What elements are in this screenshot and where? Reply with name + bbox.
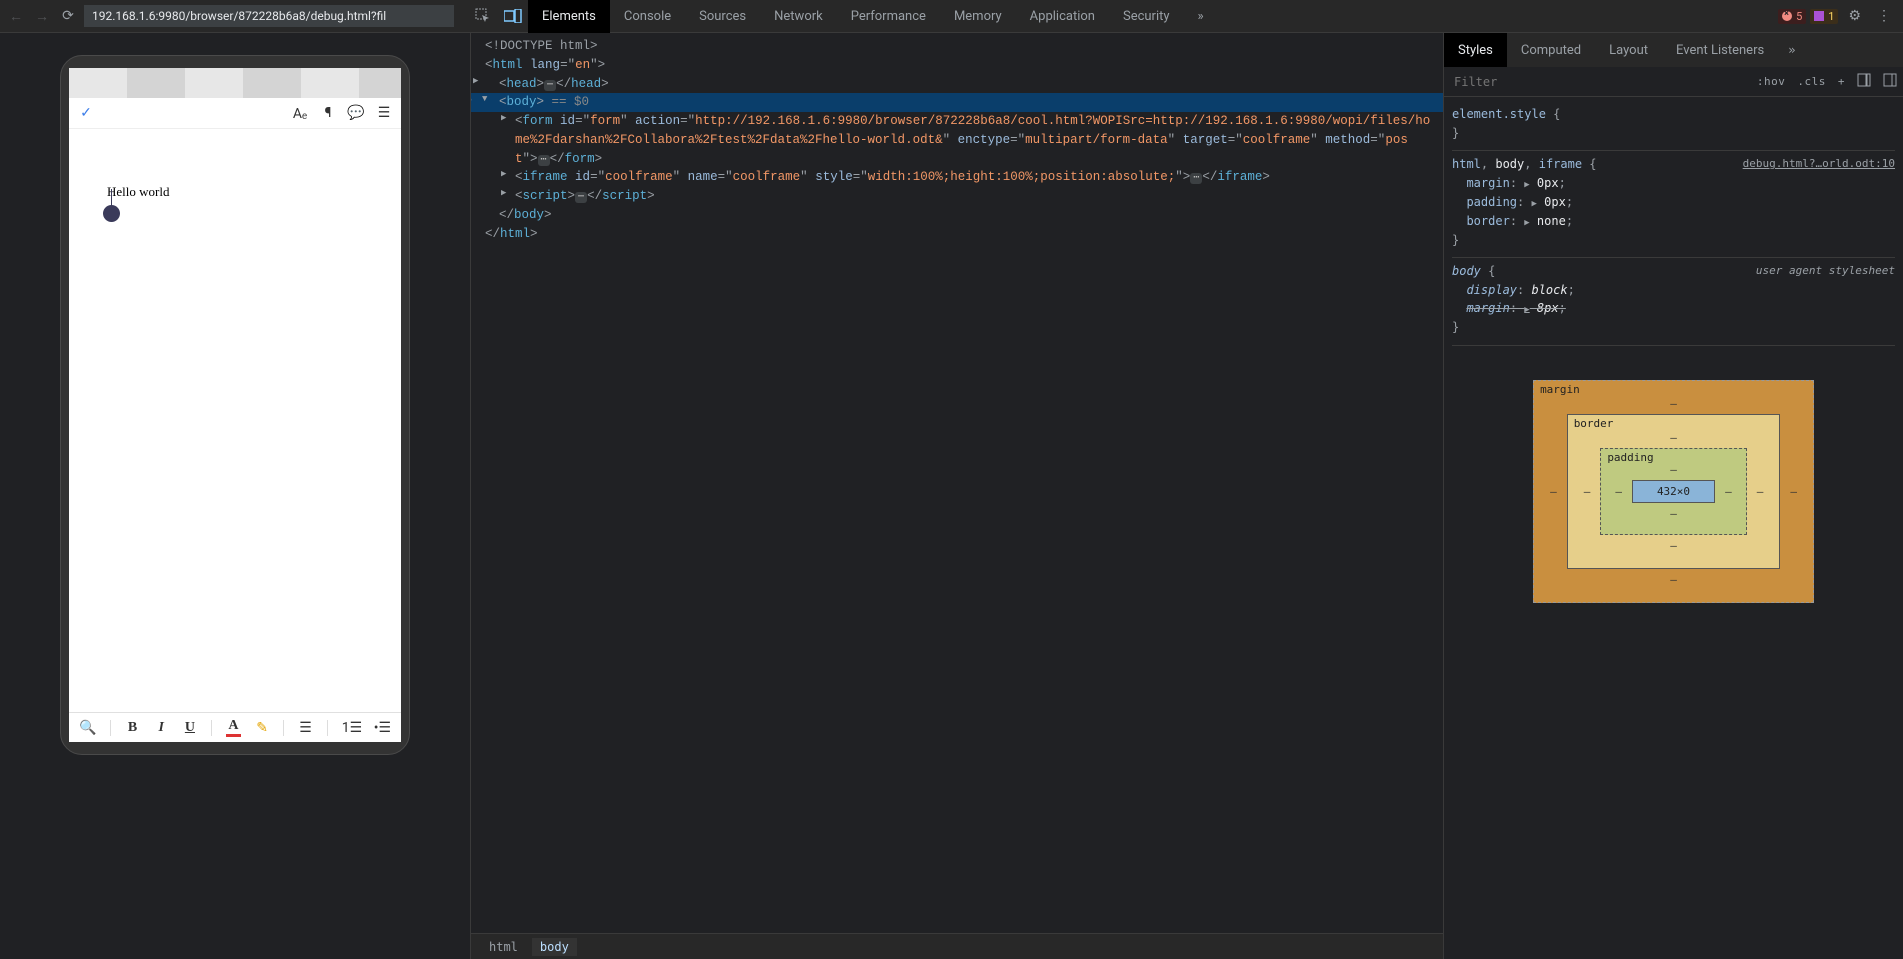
layout-toggle-icon[interactable]: [1851, 73, 1877, 90]
tab-computed[interactable]: Computed: [1507, 33, 1595, 67]
nav-back-button[interactable]: ←: [6, 6, 26, 26]
settings-icon[interactable]: ⚙: [1842, 8, 1867, 24]
check-icon[interactable]: ✓: [77, 104, 95, 122]
dom-doctype[interactable]: <!DOCTYPE html>: [471, 37, 1443, 56]
doc-color-swatches: [69, 68, 401, 98]
doc-bottom-toolbar: 🔍 B I U A ✎ ☰ 1☰ •☰: [69, 712, 401, 742]
rule-html-body-iframe[interactable]: debug.html?…orld.odt:10 html, body, ifra…: [1452, 151, 1895, 258]
dom-script[interactable]: ▶<script>⋯</script>: [471, 187, 1443, 206]
list-num-icon[interactable]: 1☰: [342, 720, 360, 736]
crumb-body[interactable]: body: [532, 938, 577, 956]
box-content[interactable]: 432×0: [1632, 480, 1715, 503]
paragraph-icon[interactable]: ¶: [319, 104, 337, 122]
rule-user-agent[interactable]: user agent stylesheet body { display: bl…: [1452, 258, 1895, 346]
search-icon[interactable]: 🔍: [79, 720, 96, 736]
cls-button[interactable]: .cls: [1791, 75, 1832, 88]
styles-filter-row: :hov .cls +: [1444, 67, 1903, 97]
document-text: Hello world: [107, 184, 169, 199]
tab-sources[interactable]: Sources: [685, 0, 760, 33]
highlight-icon[interactable]: ✎: [255, 720, 270, 736]
styles-pane: Styles Computed Layout Event Listeners »…: [1443, 33, 1903, 959]
dom-form[interactable]: ▶<form id="form" action="http://192.168.…: [471, 112, 1443, 168]
box-border[interactable]: border – – padding –: [1567, 414, 1781, 569]
dom-body-selected[interactable]: ⋯▼<body> == $0: [471, 93, 1443, 112]
nav-reload-button[interactable]: ⟳: [58, 6, 78, 26]
dom-html-close[interactable]: </html>: [471, 225, 1443, 244]
tab-layout[interactable]: Layout: [1595, 33, 1662, 67]
crumb-html[interactable]: html: [481, 938, 526, 956]
device-frame: ✓ Aₑ ¶ 💬 ☰ Hello world 🔍 B I: [60, 55, 410, 755]
align-icon[interactable]: ☰: [298, 720, 313, 736]
add-rule-icon[interactable]: +: [1832, 75, 1851, 88]
issues-count: 1: [1828, 10, 1834, 23]
box-margin[interactable]: margin – – border – –: [1533, 380, 1814, 603]
issues-badge[interactable]: 1: [1810, 9, 1838, 24]
rule-user-agent-label: user agent stylesheet: [1756, 262, 1895, 279]
tab-security[interactable]: Security: [1109, 0, 1184, 33]
hov-button[interactable]: :hov: [1751, 75, 1792, 88]
chrome-top-toolbar: ← → ⟳ Elements Console Sources Network P…: [0, 0, 1903, 33]
device-screen: ✓ Aₑ ¶ 💬 ☰ Hello world 🔍 B I: [69, 68, 401, 742]
tab-application[interactable]: Application: [1016, 0, 1109, 33]
url-input[interactable]: [84, 5, 454, 27]
error-badge[interactable]: 5: [1778, 9, 1806, 24]
document-body[interactable]: Hello world: [69, 128, 401, 712]
dom-head[interactable]: ▶<head>⋯</head>: [471, 75, 1443, 94]
tab-styles[interactable]: Styles: [1444, 33, 1507, 67]
error-count: 5: [1796, 10, 1802, 23]
rule-element-style[interactable]: element.style {}: [1452, 101, 1895, 151]
tab-console[interactable]: Console: [610, 0, 685, 33]
box-model-diagram: margin – – border – –: [1444, 350, 1903, 633]
tab-event-listeners[interactable]: Event Listeners: [1662, 33, 1778, 67]
dom-iframe[interactable]: ▶<iframe id="coolframe" name="coolframe"…: [471, 168, 1443, 187]
computed-panel-toggle-icon[interactable]: [1877, 73, 1903, 90]
filter-input[interactable]: [1444, 67, 1751, 97]
italic-icon[interactable]: I: [154, 720, 169, 736]
doc-toolbar: ✓ Aₑ ¶ 💬 ☰: [69, 98, 401, 128]
bold-icon[interactable]: B: [125, 720, 140, 736]
device-toolbar-icon[interactable]: [498, 0, 528, 33]
dom-html-open[interactable]: <html lang="en">: [471, 56, 1443, 75]
tab-performance[interactable]: Performance: [837, 0, 940, 33]
inspect-element-icon[interactable]: [468, 0, 498, 33]
device-preview-pane: ✓ Aₑ ¶ 💬 ☰ Hello world 🔍 B I: [0, 33, 470, 959]
font-icon[interactable]: Aₑ: [291, 104, 309, 122]
rule-source-link[interactable]: debug.html?…orld.odt:10: [1743, 155, 1895, 172]
more-icon[interactable]: ⋮: [1871, 8, 1897, 24]
font-color-icon[interactable]: A: [226, 718, 241, 737]
comment-icon[interactable]: 💬: [347, 104, 365, 122]
hamburger-icon[interactable]: ☰: [375, 104, 393, 122]
list-bullet-icon[interactable]: •☰: [374, 720, 391, 736]
tab-elements[interactable]: Elements: [528, 0, 610, 33]
styles-tabs: Styles Computed Layout Event Listeners »: [1444, 33, 1903, 67]
tab-more[interactable]: »: [1184, 0, 1218, 33]
main-content: ✓ Aₑ ¶ 💬 ☰ Hello world 🔍 B I: [0, 33, 1903, 959]
devtools-tabs: Elements Console Sources Network Perform…: [468, 0, 1218, 33]
text-cursor-handle[interactable]: [103, 205, 120, 222]
dom-body-close[interactable]: </body>: [471, 206, 1443, 225]
tab-network[interactable]: Network: [760, 0, 837, 33]
breadcrumb: html body: [471, 933, 1443, 959]
css-rules: element.style {} debug.html?…orld.odt:10…: [1444, 97, 1903, 350]
dom-tree-pane: <!DOCTYPE html> <html lang="en"> ▶<head>…: [470, 33, 1443, 959]
toolbar-status-area: 5 1 ⚙ ⋮: [1778, 8, 1897, 24]
dom-tree[interactable]: <!DOCTYPE html> <html lang="en"> ▶<head>…: [471, 33, 1443, 933]
tab-memory[interactable]: Memory: [940, 0, 1016, 33]
underline-icon[interactable]: U: [183, 720, 198, 736]
nav-forward-button[interactable]: →: [32, 6, 52, 26]
box-padding[interactable]: padding – – 432×0 –: [1600, 448, 1746, 535]
tab-more-chev[interactable]: »: [1778, 43, 1805, 57]
